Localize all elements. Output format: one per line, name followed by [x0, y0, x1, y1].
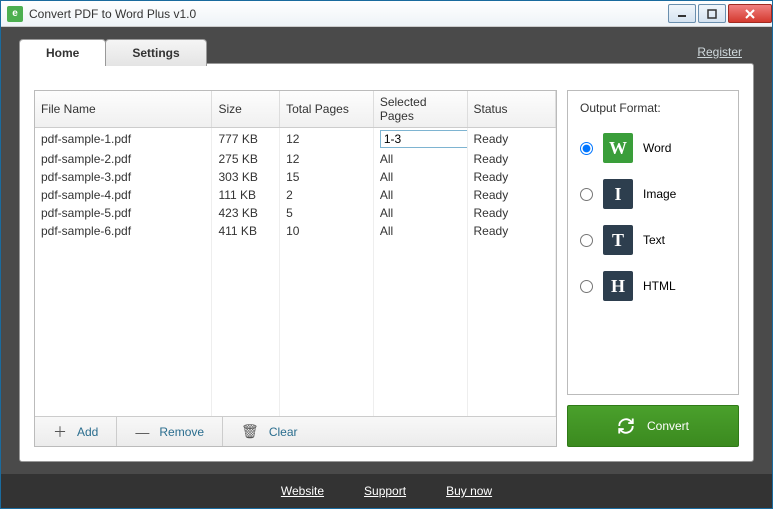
cell-selected[interactable]: All: [373, 186, 467, 204]
refresh-icon: [617, 417, 635, 435]
cell-size: 275 KB: [212, 150, 280, 168]
footer-website-link[interactable]: Website: [281, 484, 324, 498]
format-radio-word[interactable]: [580, 142, 593, 155]
close-icon: [744, 9, 756, 19]
cell-pages: 12: [280, 150, 374, 168]
image-format-icon: I: [603, 179, 633, 209]
output-format-panel: Output Format: W Word I Image T Text H H…: [567, 90, 739, 395]
footer-buy-link[interactable]: Buy now: [446, 484, 492, 498]
clear-button[interactable]: 🗑 Clear: [223, 417, 315, 446]
col-selected-pages[interactable]: Selected Pages: [373, 91, 467, 128]
table-row[interactable]: pdf-sample-2.pdf 275 KB 12 All Ready: [35, 150, 556, 168]
cell-status: Ready: [467, 150, 556, 168]
format-radio-text[interactable]: [580, 234, 593, 247]
html-format-icon: H: [603, 271, 633, 301]
footer: Website Support Buy now: [1, 474, 772, 508]
selected-pages-input[interactable]: [380, 130, 467, 148]
file-table: File Name Size Total Pages Selected Page…: [35, 91, 556, 416]
minus-icon: —: [135, 424, 149, 440]
table-row[interactable]: pdf-sample-4.pdf 111 KB 2 All Ready: [35, 186, 556, 204]
cell-size: 303 KB: [212, 168, 280, 186]
plus-icon: ＋: [53, 422, 67, 442]
cell-filename: pdf-sample-5.pdf: [35, 204, 212, 222]
table-row[interactable]: pdf-sample-5.pdf 423 KB 5 All Ready: [35, 204, 556, 222]
format-option-html[interactable]: H HTML: [580, 271, 726, 301]
table-row[interactable]: pdf-sample-1.pdf 777 KB 12 Ready: [35, 128, 556, 151]
cell-selected[interactable]: All: [373, 204, 467, 222]
format-radio-image[interactable]: [580, 188, 593, 201]
main-panel: File Name Size Total Pages Selected Page…: [19, 63, 754, 462]
cell-filename: pdf-sample-3.pdf: [35, 168, 212, 186]
minimize-icon: [677, 9, 687, 19]
format-label: Text: [643, 233, 665, 247]
footer-support-link[interactable]: Support: [364, 484, 406, 498]
app-icon: e: [7, 6, 23, 22]
cell-selected[interactable]: [373, 128, 467, 151]
cell-size: 111 KB: [212, 186, 280, 204]
text-format-icon: T: [603, 225, 633, 255]
cell-status: Ready: [467, 128, 556, 151]
cell-size: 411 KB: [212, 222, 280, 240]
cell-filename: pdf-sample-4.pdf: [35, 186, 212, 204]
cell-size: 777 KB: [212, 128, 280, 151]
app-window: e Convert PDF to Word Plus v1.0 Home Set…: [0, 0, 773, 509]
table-row[interactable]: pdf-sample-3.pdf 303 KB 15 All Ready: [35, 168, 556, 186]
tab-settings[interactable]: Settings: [105, 39, 206, 66]
maximize-icon: [707, 9, 717, 19]
remove-label: Remove: [159, 425, 204, 439]
col-total-pages[interactable]: Total Pages: [280, 91, 374, 128]
format-label: HTML: [643, 279, 676, 293]
col-status[interactable]: Status: [467, 91, 556, 128]
cell-pages: 5: [280, 204, 374, 222]
cell-status: Ready: [467, 168, 556, 186]
cell-filename: pdf-sample-1.pdf: [35, 128, 212, 151]
cell-status: Ready: [467, 186, 556, 204]
convert-button[interactable]: Convert: [567, 405, 739, 447]
format-option-text[interactable]: T Text: [580, 225, 726, 255]
format-option-image[interactable]: I Image: [580, 179, 726, 209]
col-size[interactable]: Size: [212, 91, 280, 128]
format-radio-html[interactable]: [580, 280, 593, 293]
minimize-button[interactable]: [668, 4, 696, 23]
col-filename[interactable]: File Name: [35, 91, 212, 128]
cell-pages: 15: [280, 168, 374, 186]
close-button[interactable]: [728, 4, 772, 23]
cell-status: Ready: [467, 222, 556, 240]
cell-selected[interactable]: All: [373, 150, 467, 168]
register-link[interactable]: Register: [697, 45, 742, 59]
cell-selected[interactable]: All: [373, 168, 467, 186]
output-format-title: Output Format:: [580, 101, 726, 115]
word-format-icon: W: [603, 133, 633, 163]
cell-size: 423 KB: [212, 204, 280, 222]
format-label: Word: [643, 141, 671, 155]
format-label: Image: [643, 187, 676, 201]
add-label: Add: [77, 425, 98, 439]
clear-label: Clear: [269, 425, 298, 439]
add-button[interactable]: ＋ Add: [35, 417, 117, 446]
action-bar: ＋ Add — Remove 🗑 Clear: [35, 416, 556, 446]
cell-selected[interactable]: All: [373, 222, 467, 240]
cell-filename: pdf-sample-6.pdf: [35, 222, 212, 240]
trash-icon: 🗑: [241, 423, 259, 440]
cell-status: Ready: [467, 204, 556, 222]
cell-pages: 12: [280, 128, 374, 151]
window-title: Convert PDF to Word Plus v1.0: [29, 7, 666, 21]
file-list-panel: File Name Size Total Pages Selected Page…: [34, 90, 557, 447]
convert-label: Convert: [647, 419, 689, 433]
remove-button[interactable]: — Remove: [117, 417, 223, 446]
titlebar[interactable]: e Convert PDF to Word Plus v1.0: [1, 1, 772, 27]
tab-home[interactable]: Home: [19, 39, 106, 66]
maximize-button[interactable]: [698, 4, 726, 23]
format-option-word[interactable]: W Word: [580, 133, 726, 163]
cell-pages: 10: [280, 222, 374, 240]
cell-pages: 2: [280, 186, 374, 204]
table-row[interactable]: pdf-sample-6.pdf 411 KB 10 All Ready: [35, 222, 556, 240]
cell-filename: pdf-sample-2.pdf: [35, 150, 212, 168]
